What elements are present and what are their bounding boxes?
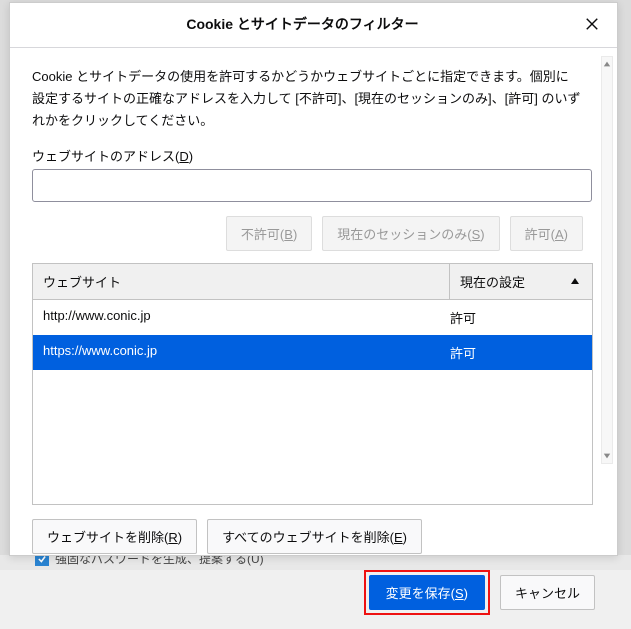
dialog-description: Cookie とサイトデータの使用を許可するかどうかウェブサイトごとに指定できま… <box>32 66 595 132</box>
save-button-highlight: 変更を保存(S) <box>364 570 490 615</box>
sort-asc-icon <box>570 274 580 289</box>
save-changes-button[interactable]: 変更を保存(S) <box>369 575 485 610</box>
cell-site: http://www.conic.jp <box>43 308 450 327</box>
remove-buttons-row: ウェブサイトを削除(R) すべてのウェブサイトを削除(E) <box>32 519 595 554</box>
dialog-footer: 変更を保存(S) キャンセル <box>10 570 617 629</box>
cell-site: https://www.conic.jp <box>43 343 450 362</box>
table-row[interactable]: http://www.conic.jp 許可 <box>33 300 592 335</box>
remove-all-sites-button[interactable]: すべてのウェブサイトを削除(E) <box>207 519 422 554</box>
cookie-filter-dialog: Cookie とサイトデータのフィルター Cookie とサイトデータの使用を許… <box>9 2 618 556</box>
col-website[interactable]: ウェブサイト <box>33 264 450 299</box>
dialog-content: Cookie とサイトデータの使用を許可するかどうかウェブサイトごとに指定できま… <box>10 48 617 570</box>
close-button[interactable] <box>581 13 603 35</box>
dialog-titlebar: Cookie とサイトデータのフィルター <box>10 3 617 48</box>
dialog-title: Cookie とサイトデータのフィルター <box>24 14 581 34</box>
permission-buttons-row: 不許可(B) 現在のセッションのみ(S) 許可(A) <box>32 216 595 251</box>
close-icon <box>585 17 599 31</box>
block-button[interactable]: 不許可(B) <box>226 216 312 251</box>
scroll-up-icon[interactable] <box>602 58 612 70</box>
session-only-button[interactable]: 現在のセッションのみ(S) <box>322 216 499 251</box>
address-label: ウェブサイトのアドレス(D) <box>32 146 595 165</box>
scrollbar-track[interactable] <box>601 56 613 464</box>
table-body: http://www.conic.jp 許可 https://www.conic… <box>33 300 592 504</box>
sites-table: ウェブサイト 現在の設定 http://www.conic.jp 許可 http… <box>32 263 593 505</box>
allow-button[interactable]: 許可(A) <box>510 216 583 251</box>
col-status[interactable]: 現在の設定 <box>450 264 592 299</box>
remove-site-button[interactable]: ウェブサイトを削除(R) <box>32 519 197 554</box>
cell-status: 許可 <box>450 308 582 327</box>
scroll-down-icon[interactable] <box>602 450 612 462</box>
cancel-button[interactable]: キャンセル <box>500 575 595 610</box>
cell-status: 許可 <box>450 343 582 362</box>
table-header: ウェブサイト 現在の設定 <box>33 264 592 300</box>
table-row[interactable]: https://www.conic.jp 許可 <box>33 335 592 370</box>
website-address-input[interactable] <box>32 169 592 202</box>
